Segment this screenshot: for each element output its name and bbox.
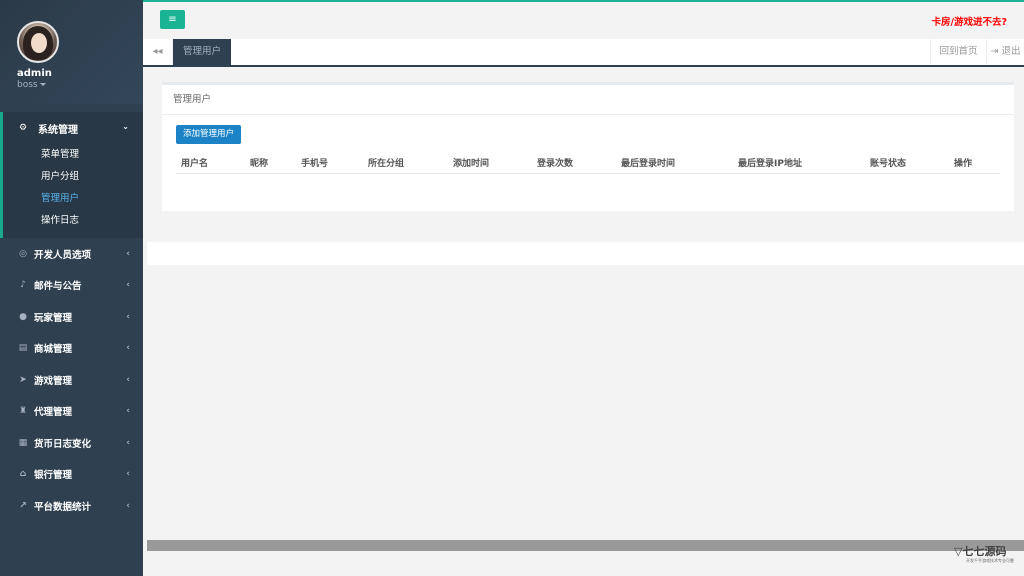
watermark-logo: ▽七七源码 开发千手游戏技术专业可靠	[954, 543, 1014, 564]
watermark-subtext: 开发千手游戏技术专业可靠	[966, 558, 1014, 563]
sidebar-subitem-user-groups[interactable]: 用户分组	[3, 166, 143, 188]
column-header-nickname[interactable]: 昵称	[250, 156, 268, 169]
profile-name[interactable]: admin	[17, 68, 52, 79]
table-header: 用户名 昵称 手机号 所在分组 添加时间 登录次数 最后登录时间 最后登录IP地…	[176, 153, 1000, 174]
chevron-left-icon: ‹	[126, 374, 130, 385]
back-home-button[interactable]: 回到首页	[930, 39, 986, 65]
column-header-phone[interactable]: 手机号	[301, 156, 328, 169]
column-header-actions[interactable]: 操作	[954, 156, 972, 169]
sidebar-subitem-admin-users[interactable]: 管理用户	[3, 188, 143, 210]
watermark-text: 七七源码	[962, 545, 1007, 558]
sidebar-subitem-menu[interactable]: 菜单管理	[3, 144, 143, 166]
sidebar-item-label: 游戏管理	[34, 375, 73, 387]
panel-title: 管理用户	[162, 85, 1014, 115]
sign-out-icon: ⇥	[990, 46, 999, 57]
column-header-last-login-time[interactable]: 最后登录时间	[621, 156, 675, 169]
sidebar-item-label: 系统管理	[38, 124, 78, 136]
sidebar-item-label: 代理管理	[34, 407, 73, 419]
sidebar-item-label: 开发人员选项	[34, 249, 92, 261]
user-icon: ●	[19, 311, 27, 322]
sidebar-item-developer[interactable]: ◎ 开发人员选项 ‹	[0, 238, 143, 270]
top-navbar: ≡ 卡房/游戏进不去?	[143, 2, 1024, 38]
sidebar-item-games[interactable]: ➤ 游戏管理 ‹	[0, 364, 143, 396]
profile-block: admin boss	[0, 0, 143, 104]
avatar[interactable]	[17, 21, 59, 63]
chevron-left-icon: ‹	[126, 280, 130, 291]
profile-role-dropdown[interactable]: boss	[17, 80, 46, 90]
chevron-left-icon: ‹	[126, 406, 130, 417]
room-stuck-link[interactable]: 卡房/游戏进不去?	[932, 14, 1007, 28]
sidebar-item-statistics[interactable]: ↗ 平台数据统计 ‹	[0, 490, 143, 522]
sidebar-menu: ⚙ 系统管理 ⌄ 菜单管理 用户分组 管理用户 操作日志 ◎ 开发人员选项 ‹ …	[0, 112, 143, 522]
calendar-icon: ▦	[18, 437, 28, 448]
profile-role: boss	[17, 80, 38, 90]
line-chart-icon: ↗	[19, 500, 27, 511]
column-header-account-status[interactable]: 账号状态	[870, 156, 906, 169]
column-header-username[interactable]: 用户名	[181, 156, 208, 169]
chevron-left-icon: ‹	[126, 469, 130, 480]
chevron-left-icon: ‹	[126, 311, 130, 322]
page-tabs-bar: ◂◂ 管理用户 回到首页 ⇥ 退出	[143, 39, 1024, 67]
bars-icon: ≡	[168, 14, 177, 25]
sidebar-item-label: 商城管理	[34, 344, 73, 356]
sidebar-item-label: 平台数据统计	[34, 501, 92, 513]
chevron-left-icon: ‹	[126, 500, 130, 511]
sidebar-toggle-button[interactable]: ≡	[160, 10, 185, 29]
sidebar: admin boss ⚙ 系统管理 ⌄ 菜单管理 用户分组 管理用户 操作日志 …	[0, 0, 143, 576]
sidebar-item-label: 邮件与公告	[34, 281, 82, 293]
column-header-login-count[interactable]: 登录次数	[537, 156, 573, 169]
logout-button[interactable]: ⇥ 退出	[986, 39, 1024, 65]
horizontal-scrollbar[interactable]	[147, 540, 1024, 551]
sidebar-subitem-operation-log[interactable]: 操作日志	[3, 210, 143, 232]
gamepad-icon: ◎	[19, 248, 27, 259]
admin-users-panel: 管理用户 添加管理用户 用户名 昵称 手机号 所在分组 添加时间 登录次数 最后…	[162, 82, 1014, 211]
content-footer-band	[147, 242, 1024, 265]
sidebar-item-label: 货币日志变化	[34, 438, 92, 450]
user-secret-icon: ♜	[18, 406, 28, 417]
sidebar-item-shop[interactable]: ▤ 商城管理 ‹	[0, 333, 143, 365]
sidebar-item-mail[interactable]: ♪ 邮件与公告 ‹	[0, 270, 143, 302]
sidebar-item-system[interactable]: ⚙ 系统管理 ⌄	[3, 112, 143, 144]
rocket-icon: ➤	[19, 374, 27, 385]
sidebar-item-currency-log[interactable]: ▦ 货币日志变化 ‹	[0, 427, 143, 459]
column-header-last-login-ip[interactable]: 最后登录IP地址	[738, 156, 802, 169]
cogs-icon: ⚙	[19, 123, 28, 133]
caret-down-icon	[39, 83, 46, 86]
cart-icon: ▤	[18, 343, 28, 354]
chevron-left-icon: ‹	[126, 437, 130, 448]
sidebar-item-bank[interactable]: ⌂ 银行管理 ‹	[0, 459, 143, 491]
backward-icon: ◂◂	[152, 46, 163, 57]
add-admin-user-button[interactable]: 添加管理用户	[176, 125, 242, 144]
sidebar-item-label: 玩家管理	[34, 312, 73, 324]
column-header-added-time[interactable]: 添加时间	[453, 156, 489, 169]
chevron-left-icon: ‹	[126, 248, 130, 259]
bank-icon: ⌂	[19, 469, 27, 480]
sidebar-item-label: 银行管理	[34, 470, 73, 482]
tab-scroll-left-button[interactable]: ◂◂	[143, 39, 173, 65]
chevron-left-icon: ‹	[126, 343, 130, 354]
chevron-down-icon: ⌄	[122, 122, 129, 131]
bell-icon: ♪	[20, 280, 26, 291]
tab-admin-users[interactable]: 管理用户	[173, 39, 231, 65]
column-header-group[interactable]: 所在分组	[368, 156, 404, 169]
sidebar-item-agents[interactable]: ♜ 代理管理 ‹	[0, 396, 143, 428]
sidebar-item-players[interactable]: ● 玩家管理 ‹	[0, 301, 143, 333]
logout-label: 退出	[1001, 46, 1021, 57]
sidebar-group-system: ⚙ 系统管理 ⌄ 菜单管理 用户分组 管理用户 操作日志	[0, 112, 143, 238]
